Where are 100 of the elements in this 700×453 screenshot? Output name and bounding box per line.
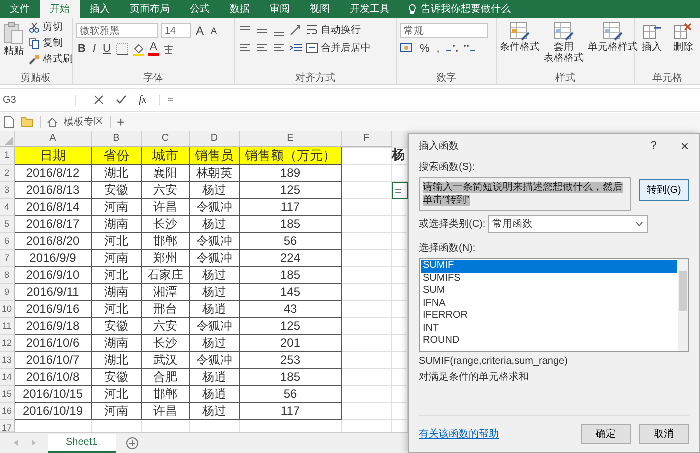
merge-icon [306,42,318,54]
grow-font-button[interactable]: A [194,24,206,38]
ribbon-tab[interactable]: 开发工具 [340,0,400,18]
function-item[interactable]: ROUND [421,335,677,348]
function-item[interactable]: IFERROR [421,310,677,322]
ribbon-tab[interactable]: 文件 [0,0,40,18]
bold-button[interactable]: B [76,43,88,55]
ribbon-tab[interactable]: 插入 [80,0,120,18]
ribbon-tab[interactable]: 开始 [40,0,80,18]
row-header[interactable]: 2 [0,165,15,182]
row-header[interactable]: 4 [0,199,15,216]
ok-button[interactable]: 确定 [581,424,631,444]
column-header[interactable]: C [142,131,190,147]
font-size-dropdown[interactable]: 14 [161,23,191,38]
table-cell: 六安 [142,318,190,335]
column-header[interactable]: A [15,131,92,147]
ribbon-tab[interactable]: 数据 [220,0,260,18]
row-header[interactable]: 3 [0,182,15,199]
ribbon-tab[interactable]: 页面布局 [120,0,180,18]
column-header[interactable]: E [240,131,342,147]
font-name-dropdown[interactable]: 微软雅黑 [76,23,158,38]
number-format-dropdown[interactable]: 常规 [400,23,488,38]
ribbon-tab[interactable]: 公式 [180,0,220,18]
row-header[interactable]: 12 [0,335,15,352]
function-item[interactable]: IFNA [421,298,677,310]
align-icon[interactable] [272,42,286,54]
search-field[interactable]: 请输入一条简短说明来描述您想做什么，然后单击“转到” [419,177,632,211]
category-dropdown[interactable]: 常用函数 [488,215,648,233]
border-icon[interactable] [116,42,129,56]
add-sheet-icon[interactable] [126,436,139,450]
column-header[interactable]: F [342,131,392,147]
phonetic-icon[interactable] [162,42,176,56]
row-header[interactable]: 8 [0,267,15,284]
insert-button[interactable]: 插入 [642,42,662,53]
function-item[interactable]: INT [421,322,677,335]
formula-input[interactable]: = [160,94,174,106]
comma-button[interactable]: , [434,42,442,54]
indent-icon[interactable] [289,42,303,54]
row-header[interactable]: 16 [0,403,15,420]
row-header[interactable]: 1 [0,147,15,165]
delete-button[interactable]: 删除 [673,42,694,53]
fill-bucket-icon[interactable] [132,42,145,56]
row-header[interactable]: 15 [0,386,15,403]
column-header[interactable]: D [190,131,240,147]
table-cell: 石家庄 [142,267,190,284]
copy-button[interactable]: 复制 [43,36,63,50]
ribbon-tab[interactable]: 审阅 [260,0,300,18]
style-button[interactable]: 条件格式 [500,20,540,53]
help-link[interactable]: 有关该函数的帮助 [419,427,573,441]
row-header[interactable]: 7 [0,250,15,267]
name-box[interactable]: G3 [0,94,76,106]
new-tab-button[interactable]: + [117,114,126,130]
template-tab[interactable]: 模板专区 [64,115,104,129]
active-cell[interactable]: = [392,182,408,199]
style-button[interactable]: 套用 表格格式 [544,20,584,64]
column-header[interactable]: B [92,131,142,147]
cut-button[interactable]: 剪切 [43,20,63,34]
ribbon-tab[interactable]: 视图 [300,0,340,18]
function-description: 对满足条件的单元格求和 [419,370,530,384]
row-header[interactable]: 11 [0,318,15,335]
row-header[interactable]: 5 [0,216,15,233]
shrink-font-button[interactable]: A [209,26,220,36]
cancel-icon[interactable] [94,95,104,105]
go-button[interactable]: 转到(G) [639,179,689,201]
check-icon[interactable] [116,95,127,105]
function-item[interactable]: SUM [421,285,677,298]
row-header[interactable]: 13 [0,352,15,369]
format-painter-button[interactable]: 格式刷 [43,52,73,66]
underline-button[interactable]: U [101,43,113,55]
align-icon[interactable] [255,42,269,54]
row-header[interactable]: 17 [0,420,15,432]
wrap-text-button[interactable]: 自动换行 [321,23,361,37]
row-header[interactable]: 9 [0,284,15,301]
table-cell: 杨过 [190,216,240,233]
function-item[interactable]: SUMIF [421,260,677,272]
sheet-tab[interactable]: Sheet1 [48,434,116,452]
style-button[interactable]: 单元格样式 [588,20,638,53]
cancel-button[interactable]: 取消 [639,424,689,444]
italic-button[interactable]: I [90,43,98,55]
function-item[interactable]: SUMIFS [421,272,677,285]
tell-me-search[interactable]: 告诉我你想要做什么 [421,2,511,16]
row-header[interactable]: 14 [0,369,15,386]
document-icon[interactable] [4,116,15,128]
orientation-icon[interactable] [289,24,303,36]
row-header[interactable]: 6 [0,233,15,250]
percent-button[interactable]: % [418,42,432,54]
row-header[interactable]: 10 [0,301,15,318]
paste-label[interactable]: 粘贴 [4,46,24,57]
align-icon[interactable] [238,42,252,54]
increase-decimal-icon[interactable] [444,42,459,55]
merge-center-button[interactable]: 合并后居中 [321,41,371,55]
currency-icon[interactable] [400,42,415,55]
font-color-button[interactable]: A [148,42,160,56]
help-button[interactable]: ? [650,140,657,152]
table-cell: 长沙 [142,216,190,233]
insert-function-button[interactable]: fx [139,94,147,106]
table-cell: 武汉 [142,352,190,369]
paste-icon[interactable] [3,22,25,46]
close-button[interactable]: × [680,138,689,154]
scrollbar[interactable] [678,259,688,351]
